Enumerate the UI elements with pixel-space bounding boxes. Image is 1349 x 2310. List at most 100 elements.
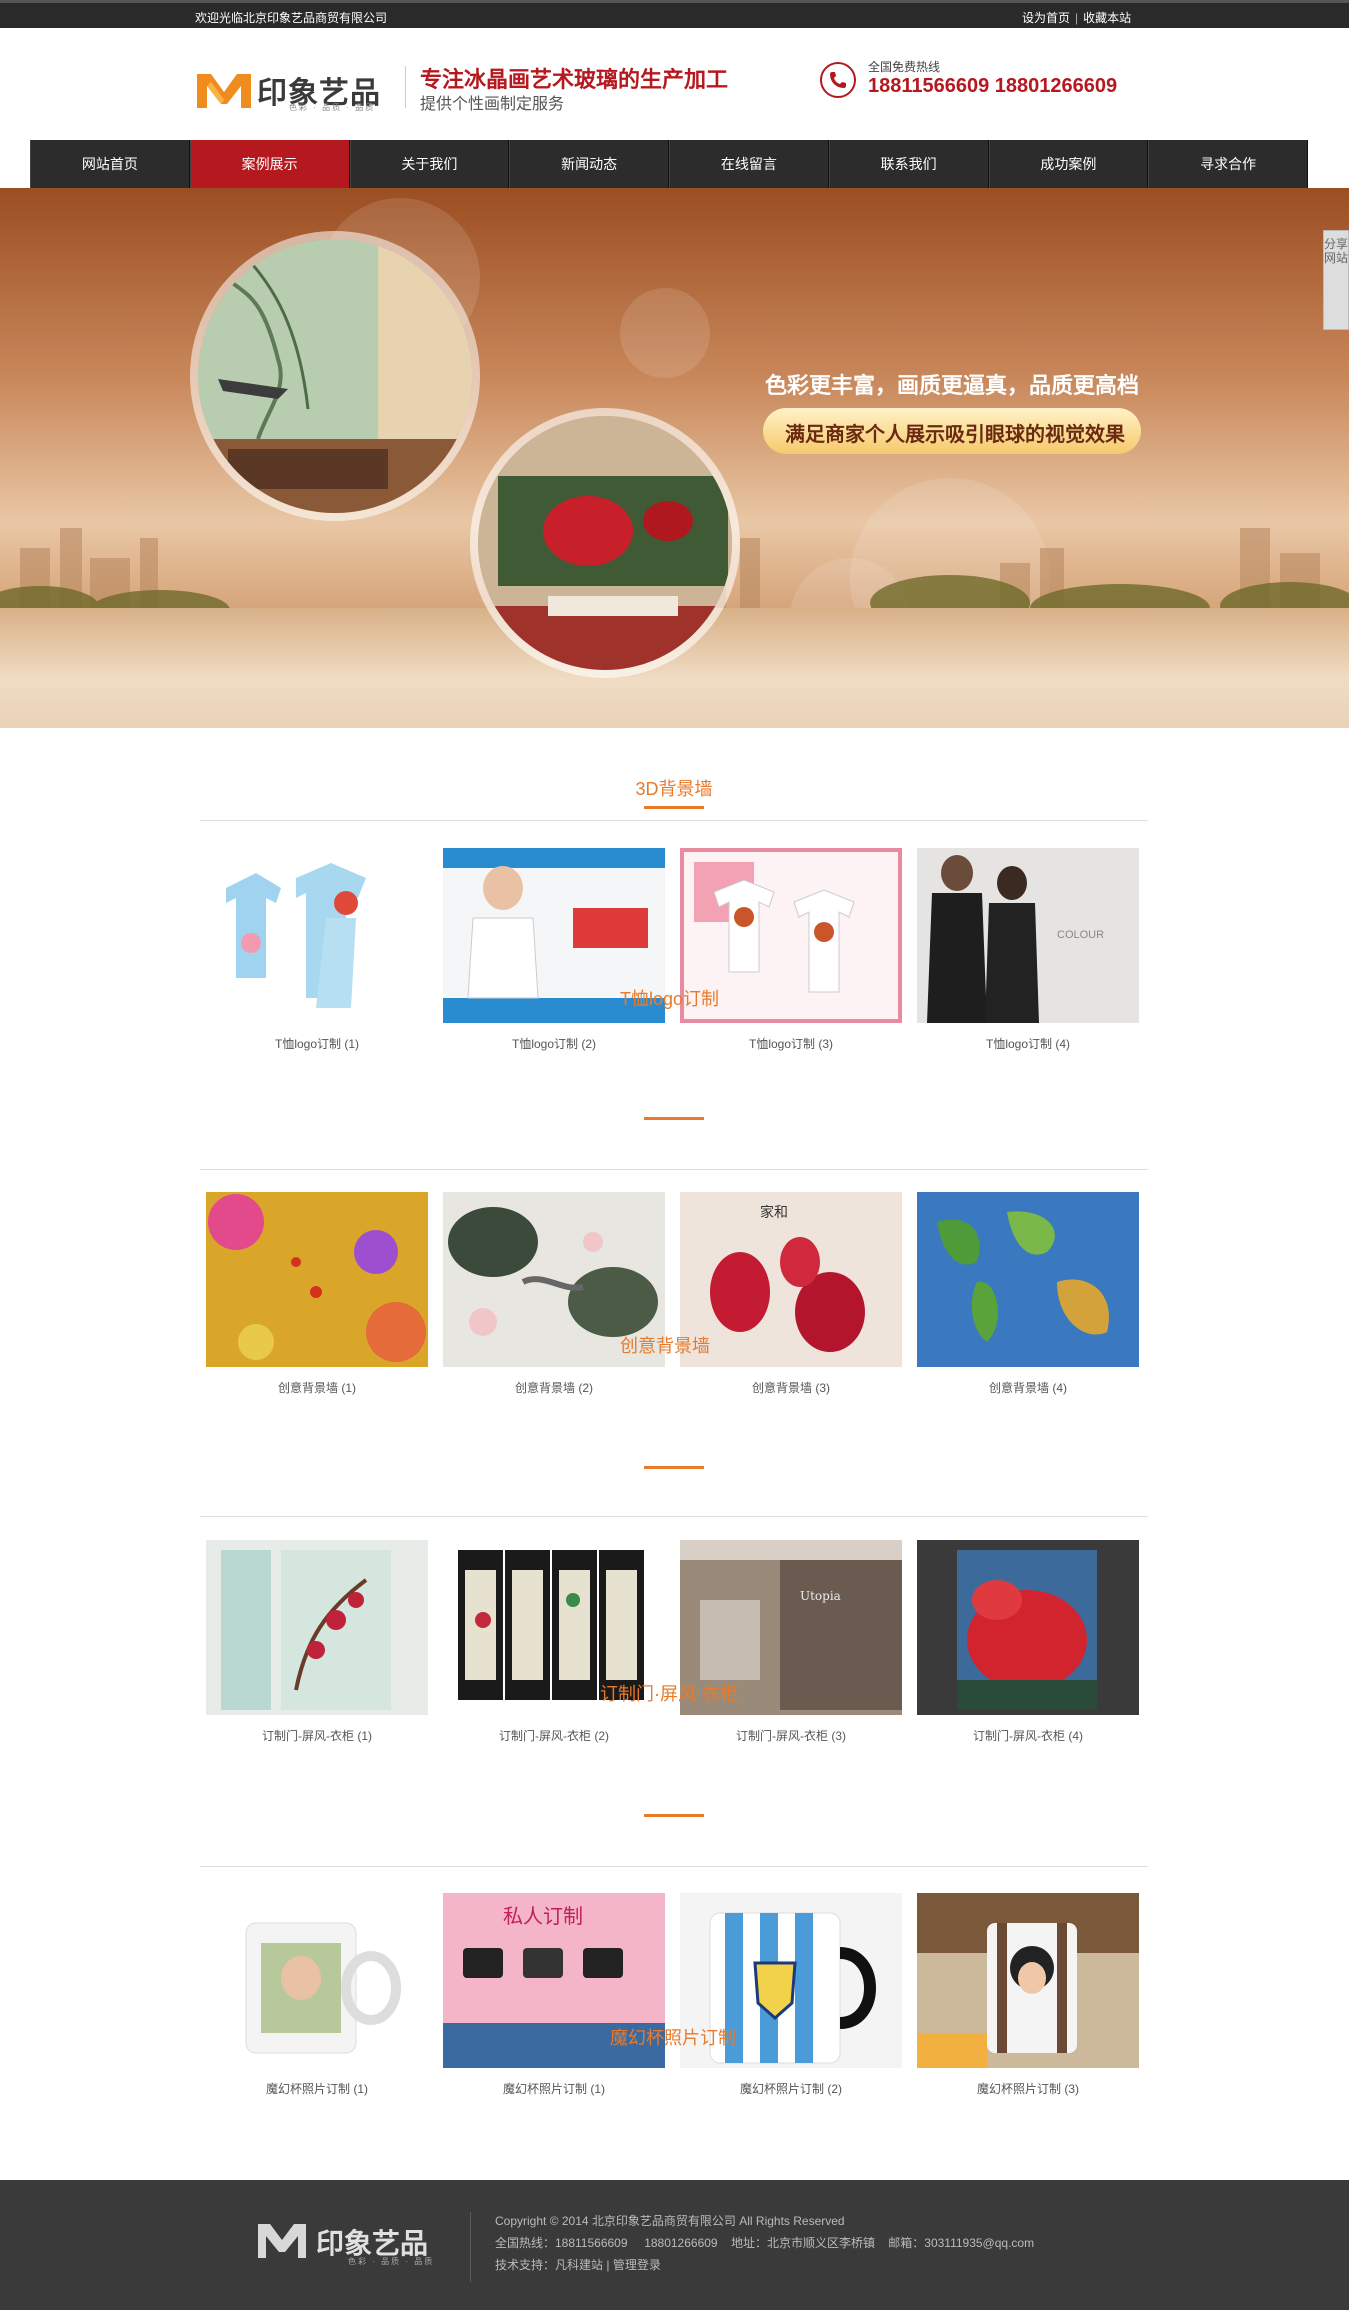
svg-text:Utopia: Utopia <box>800 1589 841 1603</box>
header-subslogan: 提供个性画制定服务 <box>420 96 565 113</box>
product-card[interactable]: T恤logo订制 (1) <box>206 848 428 1052</box>
footer-tech-line: 技术支持：凡科建站 | 管理登录 <box>495 2256 661 2273</box>
product-caption[interactable]: 订制门-屏风-衣柜 (1) <box>206 1727 428 1744</box>
section-accent-line <box>644 1814 704 1817</box>
product-thumbnail[interactable] <box>206 1540 428 1715</box>
product-card[interactable]: 创意背景墙 (1) <box>206 1192 428 1396</box>
product-card[interactable]: 魔幻杯照片订制 (2) <box>680 1893 902 2097</box>
section-overlay-label: T恤logo订制 <box>620 989 720 1009</box>
logo-mark-icon <box>197 74 251 108</box>
svg-text:家和: 家和 <box>760 1204 788 1221</box>
product-caption[interactable]: 魔幻杯照片订制 (1) <box>206 2080 428 2097</box>
product-caption[interactable]: T恤logo订制 (4) <box>917 1035 1139 1052</box>
product-card[interactable]: COLOUR T恤logo订制 (4) <box>917 848 1139 1052</box>
product-thumbnail[interactable] <box>917 1192 1139 1367</box>
product-grid: 订制门-屏风-衣柜 (1) 订制门-屏风-衣柜 (2) Utopia 订制门-屏… <box>206 1540 1139 1744</box>
header-divider <box>405 66 406 108</box>
nav-item-about[interactable]: 关于我们 <box>349 140 510 188</box>
product-card[interactable]: 创意背景墙 (2) <box>443 1192 665 1396</box>
nav-item-cooperation[interactable]: 寻求合作 <box>1148 140 1308 188</box>
product-thumbnail[interactable]: 家和 <box>680 1192 902 1367</box>
product-card[interactable]: 订制门-屏风-衣柜 (4) <box>917 1540 1139 1744</box>
product-thumbnail[interactable] <box>206 1192 428 1367</box>
admin-login-link[interactable]: 管理登录 <box>613 2258 661 2272</box>
product-caption[interactable]: 创意背景墙 (3) <box>680 1379 902 1396</box>
footer-copyright: Copyright © 2014 北京印象艺品商贸有限公司 All Rights… <box>495 2214 845 2228</box>
product-thumbnail[interactable] <box>206 1893 428 2068</box>
section-title[interactable]: 3D背景墙 <box>200 775 1148 801</box>
logo-tagline: 色彩 · 品质 · 品质 <box>289 103 376 112</box>
section-doors-screens: 订制门-屏风-衣柜 (1) 订制门-屏风-衣柜 (2) Utopia 订制门-屏… <box>200 1466 1148 1756</box>
nav-item-contact[interactable]: 联系我们 <box>828 140 989 188</box>
main-nav: 网站首页 案例展示 关于我们 新闻动态 在线留言 联系我们 成功案例 寻求合作 <box>30 140 1308 188</box>
product-card[interactable]: 创意背景墙 (4) <box>917 1192 1139 1396</box>
nav-item-news[interactable]: 新闻动态 <box>509 140 669 188</box>
welcome-text: 欢迎光临北京印象艺品商贸有限公司 <box>195 11 388 25</box>
set-home-link[interactable]: 设为首页 <box>1022 11 1070 25</box>
product-caption[interactable]: T恤logo订制 (3) <box>680 1035 902 1052</box>
phone-icon <box>820 62 856 98</box>
tech-support-link[interactable]: 凡科建站 <box>555 2258 603 2272</box>
footer-tech-label: 技术支持： <box>495 2258 556 2272</box>
bookmark-link[interactable]: 收藏本站 <box>1083 11 1131 25</box>
product-caption[interactable]: 创意背景墙 (2) <box>443 1379 665 1396</box>
banner-headline: 色彩更丰富，画质更逼真，品质更高档 <box>765 373 1140 399</box>
hotline-numbers: 18811566609 18801266609 <box>868 75 1118 97</box>
product-card[interactable]: Utopia 订制门-屏风-衣柜 (3) <box>680 1540 902 1744</box>
section-rule <box>200 1169 1148 1170</box>
product-caption[interactable]: 魔幻杯照片订制 (3) <box>917 2080 1139 2097</box>
footer-logo-tagline: 色彩 · 品质 · 品质 <box>348 2257 435 2266</box>
product-caption[interactable]: 订制门-屏风-衣柜 (3) <box>680 1727 902 1744</box>
nav-item-cases[interactable]: 案例展示 <box>189 140 350 188</box>
product-caption[interactable]: 订制门-屏风-衣柜 (2) <box>443 1727 665 1744</box>
product-card[interactable]: T恤logo订制 (3) <box>680 848 902 1052</box>
product-caption[interactable]: 创意背景墙 (4) <box>917 1379 1139 1396</box>
product-caption[interactable]: T恤logo订制 (1) <box>206 1035 428 1052</box>
product-caption[interactable]: 创意背景墙 (1) <box>206 1379 428 1396</box>
product-grid: 魔幻杯照片订制 (1) 私人订制 魔幻杯照片订制 (1) 魔幻杯照片订制 (2)… <box>206 1893 1139 2097</box>
product-card[interactable]: 订制门-屏风-衣柜 (1) <box>206 1540 428 1744</box>
section-overlay-label: 魔幻杯照片订制 <box>610 2028 736 2048</box>
site-header: 印象艺品 色彩 · 品质 · 品质 专注冰晶画艺术玻璃的生产加工 提供个性画制定… <box>0 28 1349 140</box>
nav-item-home[interactable]: 网站首页 <box>30 140 190 188</box>
site-footer: 印象艺品 色彩 · 品质 · 品质 Copyright © 2014 北京印象艺… <box>0 2180 1349 2310</box>
footer-contact: 全国热线：18811566609 18801266609 地址：北京市顺义区李桥… <box>495 2236 1035 2250</box>
top-links-separator: | <box>1075 11 1079 25</box>
top-bar: 欢迎光临北京印象艺品商贸有限公司 设为首页 | 收藏本站 <box>0 0 1349 28</box>
footer-logo[interactable]: 印象艺品 色彩 · 品质 · 品质 <box>258 2218 458 2273</box>
product-thumbnail[interactable] <box>917 1893 1139 2068</box>
product-caption[interactable]: 魔幻杯照片订制 (1) <box>443 2080 665 2097</box>
site-logo[interactable]: 印象艺品 色彩 · 品质 · 品质 <box>197 66 392 112</box>
banner-subheadline: 满足商家个人展示吸引眼球的视觉效果 <box>785 422 1125 446</box>
product-card[interactable]: 魔幻杯照片订制 (1) <box>206 1893 428 2097</box>
section-rule <box>200 1516 1148 1517</box>
product-caption[interactable]: 魔幻杯照片订制 (2) <box>680 2080 902 2097</box>
product-card[interactable]: 订制门-屏风-衣柜 (2) <box>443 1540 665 1744</box>
product-thumbnail[interactable] <box>917 1540 1139 1715</box>
product-caption[interactable]: T恤logo订制 (2) <box>443 1035 665 1052</box>
product-card[interactable]: 私人订制 魔幻杯照片订制 (1) <box>443 1893 665 2097</box>
section-accent-line <box>644 1117 704 1120</box>
section-rule <box>200 820 1148 821</box>
banner-room-image-2 <box>470 408 740 678</box>
share-site-tab[interactable]: 分享网站 <box>1323 230 1349 330</box>
section-overlay-label: 创意背景墙 <box>620 1336 710 1356</box>
product-thumbnail[interactable] <box>206 848 428 1023</box>
product-thumbnail[interactable]: COLOUR <box>917 848 1139 1023</box>
section-magic-mugs: 魔幻杯照片订制 (1) 私人订制 魔幻杯照片订制 (1) 魔幻杯照片订制 (2)… <box>200 1814 1148 2114</box>
section-accent-line <box>644 806 704 809</box>
svg-text:COLOUR: COLOUR <box>1057 929 1104 941</box>
product-card[interactable]: 家和 创意背景墙 (3) <box>680 1192 902 1396</box>
product-caption[interactable]: 订制门-屏风-衣柜 (4) <box>917 1727 1139 1744</box>
product-card[interactable]: 魔幻杯照片订制 (3) <box>917 1893 1139 2097</box>
product-card[interactable]: T恤logo订制 (2) <box>443 848 665 1052</box>
section-accent-line <box>644 1466 704 1469</box>
banner-room-image-1 <box>190 231 480 521</box>
nav-item-message[interactable]: 在线留言 <box>669 140 829 188</box>
footer-divider <box>470 2212 471 2282</box>
hero-banner[interactable]: 色彩更丰富，画质更逼真，品质更高档 满足商家个人展示吸引眼球的视觉效果 <box>0 188 1349 728</box>
section-overlay-label: 订制门·屏风·衣柜 <box>600 1684 738 1704</box>
banner-bubble <box>620 288 710 378</box>
nav-item-success[interactable]: 成功案例 <box>988 140 1149 188</box>
product-grid: 创意背景墙 (1) 创意背景墙 (2) 家和 创意背景墙 (3) 创意背景墙 (… <box>206 1192 1139 1396</box>
